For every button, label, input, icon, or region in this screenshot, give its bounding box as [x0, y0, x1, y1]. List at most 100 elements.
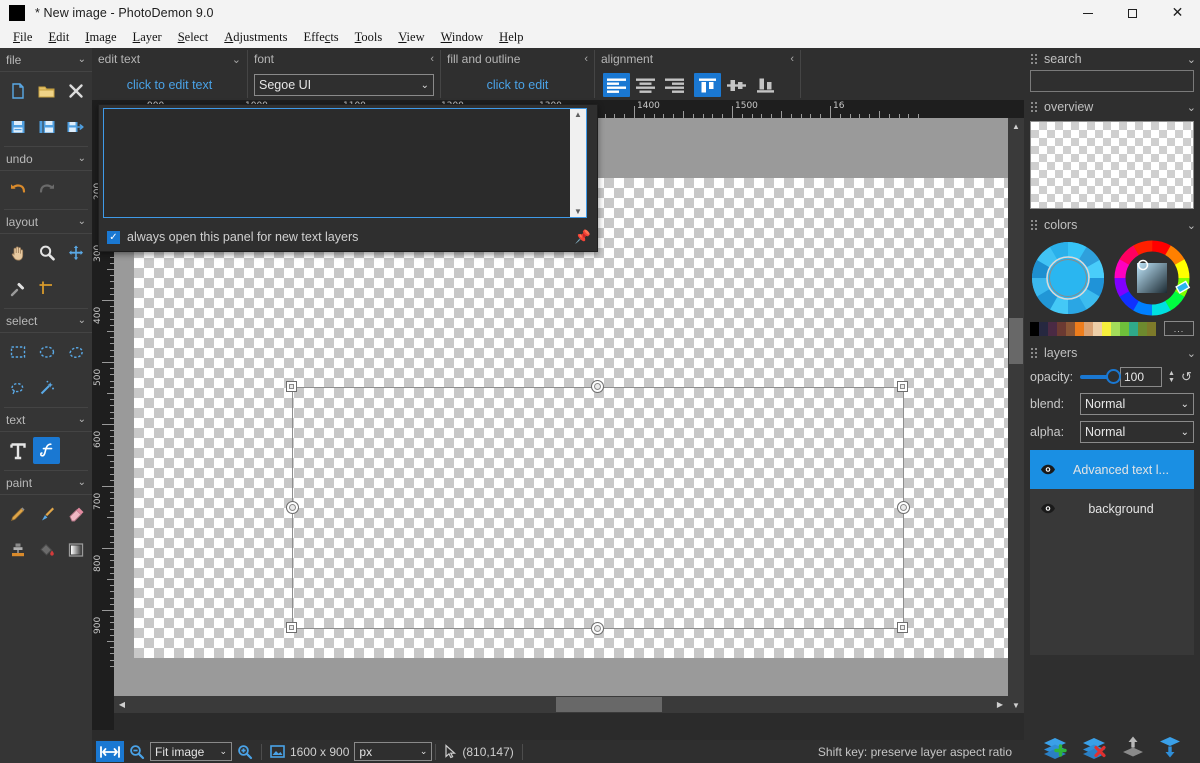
- handle-top-center[interactable]: [591, 380, 604, 393]
- toolbox-group-paint[interactable]: paint ⌄: [0, 471, 92, 495]
- toolbox-group-file[interactable]: file ⌄: [0, 48, 92, 72]
- paintbrush-icon[interactable]: [33, 500, 60, 527]
- search-panel-header[interactable]: search ⌄: [1024, 48, 1200, 70]
- align-right-icon[interactable]: [661, 73, 688, 97]
- align-middle-icon[interactable]: [723, 73, 750, 97]
- paint-bucket-icon[interactable]: [33, 536, 60, 563]
- swatch[interactable]: [1102, 322, 1111, 336]
- magic-wand-icon[interactable]: [33, 374, 60, 401]
- ellipse-select-icon[interactable]: [33, 338, 60, 365]
- eyedropper-icon[interactable]: [4, 275, 31, 302]
- text-input-scrollbar[interactable]: ▲ ▼: [570, 109, 586, 217]
- align-bottom-icon[interactable]: [752, 73, 779, 97]
- edit-text-panel-header[interactable]: edit text ⌄: [92, 48, 247, 70]
- always-open-panel-checkbox[interactable]: ✓: [107, 231, 120, 244]
- swatch[interactable]: [1138, 322, 1147, 336]
- save-as-icon[interactable]: [33, 113, 60, 140]
- zoom-in-button[interactable]: [232, 740, 258, 763]
- always-open-panel-label[interactable]: always open this panel for new text laye…: [127, 230, 358, 244]
- redo-icon[interactable]: [33, 176, 60, 203]
- polygon-select-icon[interactable]: [62, 338, 89, 365]
- color-wheel-picker[interactable]: [1112, 240, 1192, 316]
- minimize-button[interactable]: [1065, 0, 1110, 26]
- text-input-area[interactable]: [104, 109, 570, 217]
- toolbox-group-text[interactable]: text ⌄: [0, 408, 92, 432]
- layer-item-advanced-text[interactable]: Advanced text l...: [1030, 450, 1194, 489]
- swatch[interactable]: [1120, 322, 1129, 336]
- save-copy-icon[interactable]: [62, 113, 89, 140]
- fit-to-window-button[interactable]: [96, 741, 124, 762]
- pin-icon[interactable]: 📌: [575, 229, 591, 245]
- measurement-unit-select[interactable]: px ⌄: [354, 742, 432, 761]
- handle-bottom-right[interactable]: [897, 622, 908, 633]
- overview-panel-header[interactable]: overview ⌄: [1024, 96, 1200, 118]
- layer-list[interactable]: Advanced text l... background: [1030, 450, 1194, 655]
- magnifier-icon[interactable]: [33, 239, 60, 266]
- maximize-button[interactable]: [1110, 0, 1155, 26]
- move-icon[interactable]: [62, 239, 89, 266]
- layers-panel-header[interactable]: layers ⌄: [1024, 342, 1200, 364]
- click-to-edit-text-link[interactable]: click to edit text: [127, 78, 212, 92]
- search-input[interactable]: [1030, 70, 1194, 92]
- eye-icon[interactable]: [1040, 503, 1058, 514]
- close-image-icon[interactable]: [62, 77, 89, 104]
- toolbox-group-layout[interactable]: layout ⌄: [0, 210, 92, 234]
- opacity-slider-knob[interactable]: [1106, 369, 1121, 384]
- rect-select-icon[interactable]: [4, 338, 31, 365]
- handle-top-right[interactable]: [897, 381, 908, 392]
- basic-text-icon[interactable]: [4, 437, 31, 464]
- undo-icon[interactable]: [4, 176, 31, 203]
- open-image-icon[interactable]: [33, 77, 60, 104]
- add-layer-icon[interactable]: [1042, 735, 1070, 759]
- scroll-right-button[interactable]: ▶: [992, 696, 1008, 713]
- scroll-up-button[interactable]: ▲: [1008, 118, 1024, 134]
- eraser-icon[interactable]: [62, 500, 89, 527]
- drag-grip-icon[interactable]: [1030, 53, 1038, 65]
- toolbox-group-select[interactable]: select ⌄: [0, 309, 92, 333]
- blend-mode-select[interactable]: Normal ⌄: [1080, 393, 1194, 415]
- swatch[interactable]: [1147, 322, 1156, 336]
- swatch[interactable]: [1039, 322, 1048, 336]
- drag-grip-icon[interactable]: [1030, 347, 1038, 359]
- close-button[interactable]: ✕: [1155, 0, 1200, 26]
- delete-layer-icon[interactable]: [1081, 735, 1109, 759]
- colors-panel-header[interactable]: colors ⌄: [1024, 214, 1200, 236]
- font-panel-header[interactable]: font ‹: [248, 48, 440, 70]
- zoom-out-button[interactable]: [124, 740, 150, 763]
- swatch[interactable]: [1084, 322, 1093, 336]
- menu-adjustments[interactable]: Adjustments: [216, 27, 295, 47]
- scroll-down-icon[interactable]: ▼: [574, 207, 582, 216]
- alpha-mode-select[interactable]: Normal ⌄: [1080, 421, 1194, 443]
- scroll-down-button[interactable]: ▼: [1008, 697, 1024, 713]
- toolbox-group-undo[interactable]: undo ⌄: [0, 147, 92, 171]
- swatch[interactable]: [1075, 322, 1084, 336]
- gradient-icon[interactable]: [62, 536, 89, 563]
- menu-image[interactable]: Image: [77, 27, 124, 47]
- handle-middle-left[interactable]: [286, 501, 299, 514]
- menu-layer[interactable]: Layer: [125, 27, 170, 47]
- scroll-up-icon[interactable]: ▲: [574, 110, 582, 119]
- menu-view[interactable]: View: [390, 27, 432, 47]
- vertical-scroll-thumb[interactable]: [1009, 318, 1023, 364]
- handle-bottom-center[interactable]: [591, 622, 604, 635]
- swatch[interactable]: [1048, 322, 1057, 336]
- layer-item-background[interactable]: background: [1030, 489, 1194, 528]
- click-to-edit-fill-link[interactable]: click to edit: [487, 78, 549, 92]
- lasso-select-icon[interactable]: [4, 374, 31, 401]
- handle-top-left[interactable]: [286, 381, 297, 392]
- canvas-horizontal-scrollbar[interactable]: ◀ ▶: [114, 696, 1008, 713]
- swatch[interactable]: [1129, 322, 1138, 336]
- opacity-reset-icon[interactable]: ↺: [1181, 369, 1192, 385]
- align-left-icon[interactable]: [603, 73, 630, 97]
- crop-icon[interactable]: [33, 275, 60, 302]
- text-input-wrapper[interactable]: ▲ ▼: [103, 108, 587, 218]
- opacity-stepper[interactable]: ▲▼: [1168, 370, 1175, 384]
- swatch[interactable]: [1030, 322, 1039, 336]
- color-variations-wheel[interactable]: [1030, 240, 1106, 316]
- opacity-value-input[interactable]: 100: [1120, 367, 1162, 387]
- clone-stamp-icon[interactable]: [4, 536, 31, 563]
- more-colors-button[interactable]: ...: [1164, 321, 1194, 336]
- menu-edit[interactable]: Edit: [40, 27, 77, 47]
- font-family-select[interactable]: Segoe UI ⌄: [254, 74, 434, 96]
- swatch[interactable]: [1093, 322, 1102, 336]
